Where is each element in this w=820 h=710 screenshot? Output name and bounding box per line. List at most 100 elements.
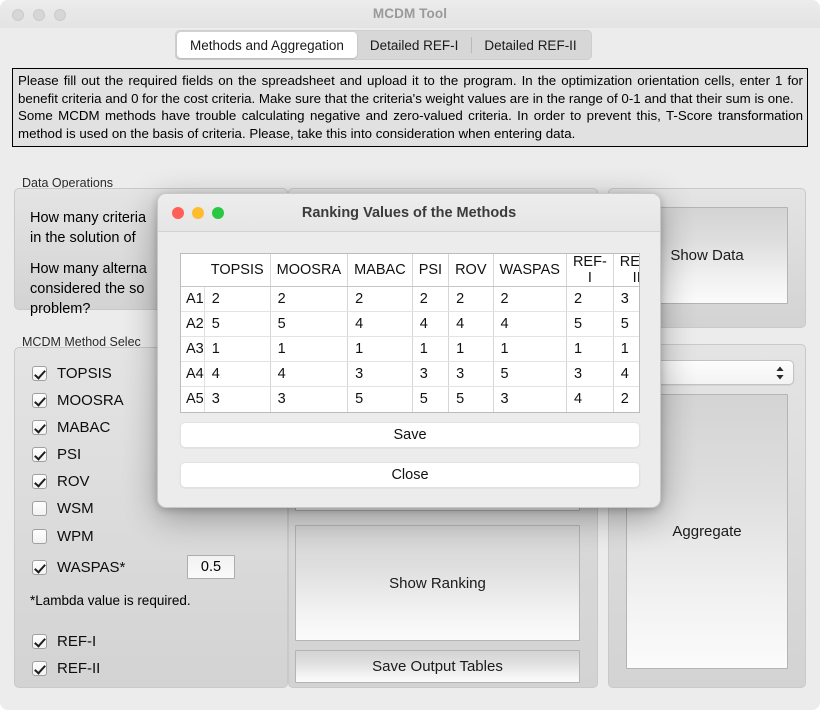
checkbox-indicator[interactable]: [32, 633, 47, 649]
table-header-ref-i: REF-I: [566, 254, 614, 287]
show-ranking-button[interactable]: Show Ranking: [295, 525, 580, 641]
table-cell: 4: [566, 386, 614, 412]
window-titlebar: MCDM Tool: [0, 0, 820, 29]
checkbox-label: REF-I: [57, 632, 97, 650]
table-cell: 1: [448, 336, 494, 362]
checkbox-label: ROV: [57, 472, 90, 490]
checkbox-label: WPM: [57, 527, 94, 545]
dialog-save-button[interactable]: Save: [180, 422, 640, 448]
table-cell: 4: [448, 311, 494, 337]
table-cell: 2: [412, 286, 450, 312]
row-header: A2: [181, 311, 205, 337]
table-cell: 1: [204, 336, 271, 362]
ranking-values-dialog: Ranking Values of the Methods TOPSIS MOO…: [157, 193, 661, 508]
chevron-updown-icon: [775, 365, 785, 381]
save-output-tables-button[interactable]: Save Output Tables: [295, 650, 580, 683]
table-cell: 4: [412, 311, 450, 337]
table-cell: 1: [493, 336, 567, 362]
table-row: A2 5 5 4 4 4 4 5 5: [181, 311, 639, 337]
table-cell: 2: [448, 286, 494, 312]
table-cell: 1: [412, 336, 450, 362]
checkbox-indicator[interactable]: [32, 365, 47, 381]
row-header: A4: [181, 361, 205, 387]
checkbox-label: TOPSIS: [57, 364, 112, 382]
checkbox-waspas[interactable]: WASPAS*: [32, 557, 125, 577]
dialog-title: Ranking Values of the Methods: [301, 205, 517, 221]
checkbox-indicator[interactable]: [32, 660, 47, 676]
row-header: A3: [181, 336, 205, 362]
table-header-row: TOPSIS MOOSRA MABAC PSI ROV WASPAS REF-I…: [181, 254, 639, 287]
checkbox-wpm[interactable]: WPM: [32, 526, 94, 546]
checkbox-label: WSM: [57, 499, 94, 517]
tab-detailed-ref-ii[interactable]: Detailed REF-II: [471, 32, 589, 58]
table-cell: 5: [493, 361, 567, 387]
table-cell: 2: [566, 286, 614, 312]
checkbox-indicator[interactable]: [32, 528, 47, 544]
table-cell: 1: [347, 336, 413, 362]
table-header-ref-ii: REF-II: [613, 254, 639, 287]
tab-methods-and-aggregation[interactable]: Methods and Aggregation: [177, 32, 357, 58]
checkbox-label: MABAC: [57, 418, 111, 436]
checkbox-indicator[interactable]: [32, 500, 47, 516]
table-header-mabac: MABAC: [347, 254, 413, 287]
app-window: MCDM Tool Methods and Aggregation Detail…: [0, 0, 820, 710]
table-cell: 3: [566, 361, 614, 387]
instruction-panel: Please fill out the required fields on t…: [12, 68, 808, 147]
table-cell: 4: [493, 311, 567, 337]
ranking-table: TOPSIS MOOSRA MABAC PSI ROV WASPAS REF-I…: [181, 254, 639, 412]
table-cell: 2: [493, 286, 567, 312]
lambda-value-input[interactable]: 0.5: [187, 555, 235, 579]
table-cell: 2: [270, 286, 349, 312]
checkbox-topsis[interactable]: TOPSIS: [32, 363, 112, 383]
table-cell: 3: [270, 386, 349, 412]
checkbox-moosra[interactable]: MOOSRA: [32, 390, 124, 410]
table-cell: 3: [412, 361, 450, 387]
table-cell: 4: [347, 311, 413, 337]
table-row: A4 4 4 3 3 3 5 3 4: [181, 361, 639, 387]
table-cell: 5: [412, 386, 450, 412]
table-cell: 4: [204, 361, 271, 387]
row-header: A5: [181, 386, 205, 412]
table-header-topsis: TOPSIS: [204, 254, 271, 287]
table-cell: 3: [347, 361, 413, 387]
table-cell: 1: [566, 336, 614, 362]
table-header-rov: ROV: [448, 254, 494, 287]
table-cell: 2: [347, 286, 413, 312]
dialog-close-action-button[interactable]: Close: [180, 462, 640, 488]
checkbox-label: WASPAS*: [57, 558, 126, 576]
table-cell: 3: [613, 286, 639, 312]
window-title: MCDM Tool: [372, 6, 448, 21]
checkbox-ref-ii[interactable]: REF-II: [32, 658, 100, 678]
table-cell: 2: [620, 391, 629, 408]
table-header-corner: [181, 254, 205, 287]
table-cell: 4: [270, 361, 349, 387]
ranking-table-container: TOPSIS MOOSRA MABAC PSI ROV WASPAS REF-I…: [180, 253, 640, 413]
table-cell: 3: [493, 386, 567, 412]
checkbox-ref-i[interactable]: REF-I: [32, 631, 96, 651]
checkbox-indicator[interactable]: [32, 392, 47, 408]
tab-detailed-ref-i[interactable]: Detailed REF-I: [357, 32, 472, 58]
table-row: A1 2 2 2 2 2 2 2 3: [181, 286, 639, 312]
checkbox-mabac[interactable]: MABAC: [32, 417, 110, 437]
table-cell: 5: [613, 311, 639, 337]
table-cell: 4: [613, 361, 639, 387]
checkbox-indicator[interactable]: [32, 419, 47, 435]
dialog-titlebar: Ranking Values of the Methods: [158, 194, 660, 232]
instruction-text: Please fill out the required fields on t…: [18, 73, 803, 141]
checkbox-indicator[interactable]: [32, 473, 47, 489]
checkbox-indicator[interactable]: [32, 559, 47, 575]
checkbox-psi[interactable]: PSI: [32, 444, 81, 464]
table-cell: 5: [347, 386, 413, 412]
table-row: A5 3 3 5 5 5 3 4 2: [181, 386, 639, 412]
table-cell: 5: [270, 311, 349, 337]
row-header: A1: [181, 286, 205, 312]
table-cell: 1: [613, 336, 639, 362]
checkbox-rov[interactable]: ROV: [32, 471, 90, 491]
tab-bar: Methods and Aggregation Detailed REF-I D…: [0, 28, 820, 60]
checkbox-label: PSI: [57, 445, 82, 463]
checkbox-indicator[interactable]: [32, 446, 47, 462]
checkbox-wsm[interactable]: WSM: [32, 498, 94, 518]
tab-group: Methods and Aggregation Detailed REF-I D…: [175, 30, 592, 60]
table-cell: 5: [566, 311, 614, 337]
lambda-note-label: *Lambda value is required.: [30, 593, 191, 608]
